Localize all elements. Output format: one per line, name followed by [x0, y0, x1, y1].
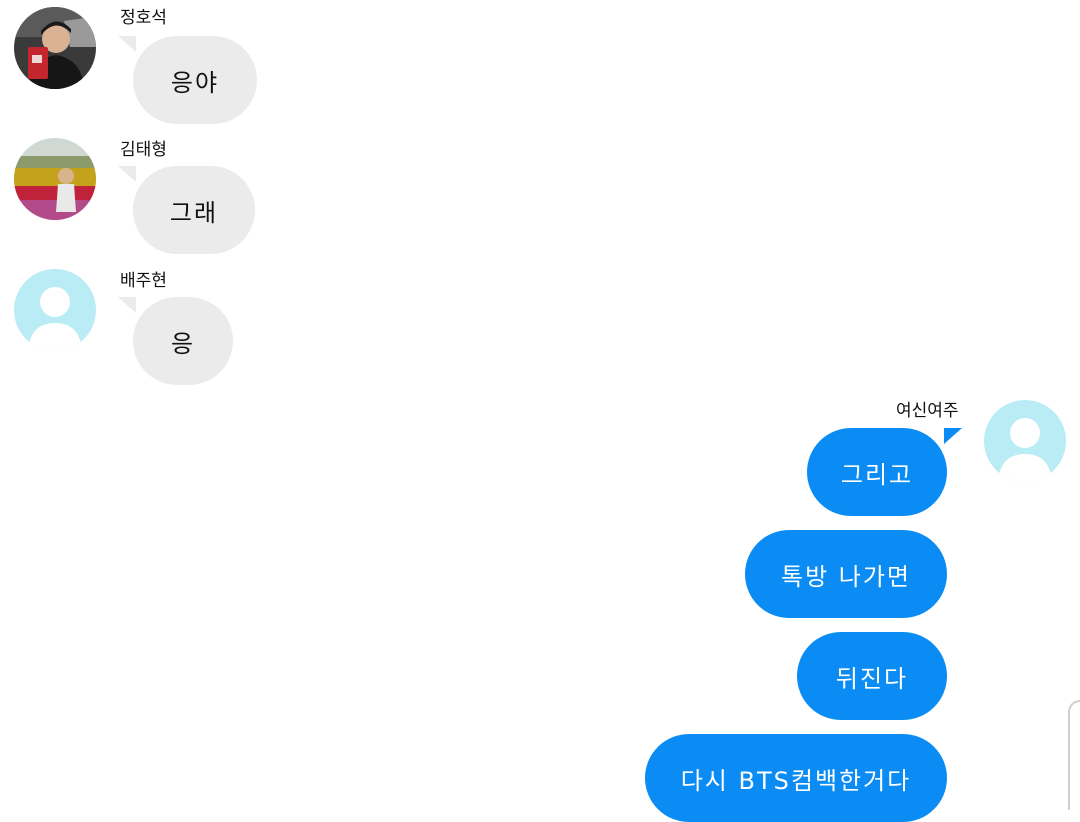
person-photo-icon [14, 7, 96, 89]
sender-name: 여신여주 [896, 401, 959, 421]
sender-name: 배주현 [120, 271, 167, 291]
message-bubble-incoming[interactable]: 응 [133, 297, 233, 385]
message-bubble-incoming[interactable]: 그래 [133, 166, 255, 254]
default-user-icon [984, 400, 1066, 482]
bubble-tail [944, 428, 962, 444]
sender-name: 정호석 [120, 8, 167, 28]
sender-avatar-bae-joohyun[interactable] [14, 269, 96, 351]
default-user-icon [14, 269, 96, 351]
sender-avatar-self[interactable] [984, 400, 1066, 482]
flower-field-photo-icon [14, 138, 96, 220]
bubble-tail [118, 166, 136, 182]
sender-avatar-jung-hoseok[interactable] [14, 7, 96, 89]
message-bubble-outgoing[interactable]: 뒤진다 [797, 632, 947, 720]
bubble-tail [118, 36, 136, 52]
sender-avatar-kim-taehyung[interactable] [14, 138, 96, 220]
message-bubble-outgoing[interactable]: 그리고 [807, 428, 947, 516]
message-bubble-outgoing[interactable]: 다시 BTS컴백한거다 [645, 734, 947, 822]
message-bubble-outgoing[interactable]: 톡방 나가면 [745, 530, 947, 618]
screen-edge-overlay [1068, 700, 1080, 810]
message-bubble-incoming[interactable]: 응야 [133, 36, 257, 124]
bubble-tail [118, 297, 136, 313]
sender-name: 김태형 [120, 140, 167, 160]
